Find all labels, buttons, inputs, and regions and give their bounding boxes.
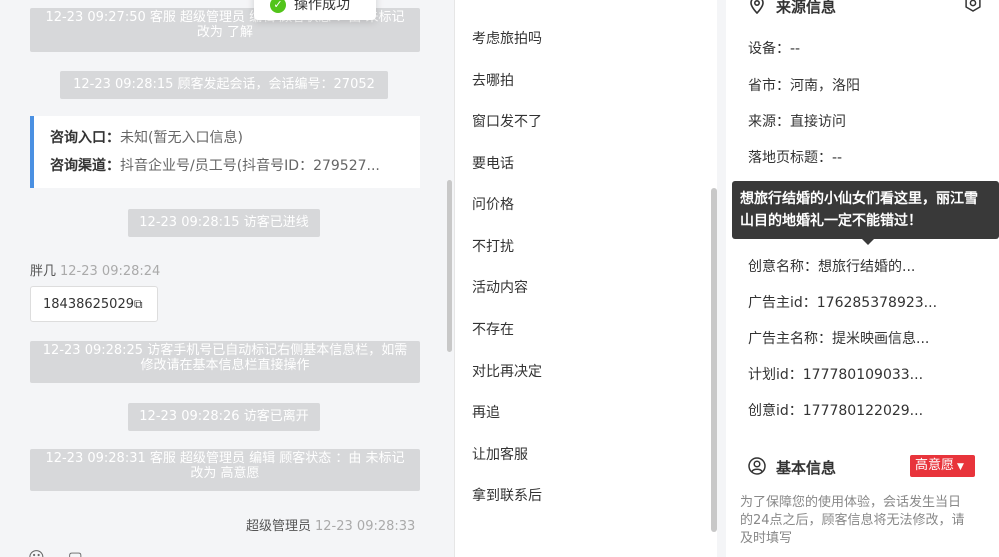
basic-info-note: 为了保障您的使用体验，会话发生当日的24点之后，顾客信息将无法修改，请及时填写 <box>740 495 965 546</box>
source-info-title: 来源信息 <box>776 0 837 16</box>
agent-name: 超级管理员 <box>246 519 312 534</box>
chat-panel: 12-23 09:27:50 客服 超级管理员 编辑 顾客状态 ：由 未标记 改… <box>0 0 455 557</box>
agent-meta: 超级管理员 12-23 09:28:33 <box>246 515 415 534</box>
quick-reply-item[interactable]: 问价格 <box>472 194 514 214</box>
quick-reply-item[interactable]: 要电话 <box>472 153 514 173</box>
source-field-city: 省市：河南，洛阳 <box>748 78 860 94</box>
success-toast: ✓ 操作成功 <box>254 0 376 20</box>
emoji-icon[interactable]: ☺ <box>28 548 45 557</box>
system-message: 12-23 09:28:25 访客手机号已自动标记右侧基本信息栏，如需修改请在基… <box>30 341 420 383</box>
source-field-advertiser-id: 广告主id：176285378923... <box>748 295 938 311</box>
quick-reply-item[interactable]: 去哪拍 <box>472 70 514 90</box>
basic-info-title: 基本信息 <box>776 459 837 477</box>
source-field-device: 设备：-- <box>748 41 801 57</box>
visitor-meta: 胖几 12-23 09:28:24 <box>30 260 160 279</box>
source-field-advertiser-name: 广告主名称：提米映画信息... <box>748 331 930 347</box>
phone-text: 18438625029 <box>43 297 134 312</box>
quick-reply-panel: 考虑旅拍吗 去哪拍 窗口发不了 要电话 问价格 不打扰 活动内容 不存在 对比再… <box>455 0 717 557</box>
channel-value: 抖音企业号/员工号(抖音号ID：279527... <box>120 158 380 174</box>
source-field-creative-name: 创意名称：想旅行结婚的... <box>748 259 916 275</box>
quick-reply-item[interactable]: 再追 <box>472 402 500 422</box>
user-icon <box>748 457 766 475</box>
consult-info-card: 咨询入口：未知(暂无入口信息) 咨询渠道：抖音企业号/员工号(抖音号ID：279… <box>30 116 420 188</box>
entry-label: 咨询入口： <box>50 130 120 146</box>
check-icon: ✓ <box>270 0 286 13</box>
status-badge: 高意愿 <box>915 458 955 473</box>
phone-message[interactable]: 18438625029⧉ <box>30 286 158 322</box>
quick-reply-item[interactable]: 让加客服 <box>472 444 528 464</box>
channel-label: 咨询渠道： <box>50 158 120 174</box>
location-icon <box>750 0 764 14</box>
status-dropdown[interactable]: 高意愿 ▼ <box>910 455 975 477</box>
quick-reply-item[interactable]: 活动内容 <box>472 277 528 297</box>
quick-reply-item[interactable]: 拿到联系后 <box>472 485 542 505</box>
quick-reply-item[interactable]: 不打扰 <box>472 236 514 256</box>
source-field-plan-id: 计划id：177780109033... <box>748 367 924 383</box>
consult-channel-row: 咨询渠道：抖音企业号/员工号(抖音号ID：279527... <box>50 154 404 182</box>
source-field-source: 来源：直接访问 <box>748 114 846 130</box>
visitor-name: 胖几 <box>30 264 57 279</box>
quick-reply-scrollbar[interactable] <box>711 188 717 532</box>
consult-entry-row: 咨询入口：未知(暂无入口信息) <box>50 126 404 154</box>
chat-scrollbar[interactable] <box>447 180 452 352</box>
image-icon[interactable]: ▢ <box>68 548 83 557</box>
entry-value: 未知(暂无入口信息) <box>120 130 243 146</box>
system-message: 12-23 09:28:15 顾客发起会话，会话编号：27052 <box>60 71 388 99</box>
agent-time: 12-23 09:28:33 <box>315 519 416 534</box>
copy-icon[interactable]: ⧉ <box>134 297 143 311</box>
system-message: 12-23 09:28:26 访客已离开 <box>128 403 320 431</box>
chat-toolbar: ☺ ▢ <box>28 548 83 557</box>
visitor-time: 12-23 09:28:24 <box>60 264 161 279</box>
quick-reply-item[interactable]: 不存在 <box>472 319 514 339</box>
system-message: 12-23 09:28:15 访客已进线 <box>128 209 320 237</box>
source-field-creative-id: 创意id：177780122029... <box>748 403 924 419</box>
toast-text: 操作成功 <box>294 0 350 13</box>
quick-reply-item[interactable]: 对比再决定 <box>472 361 542 381</box>
quick-reply-item[interactable]: 考虑旅拍吗 <box>472 28 542 48</box>
source-field-landing-title: 落地页标题：-- <box>748 150 843 166</box>
creative-name-tooltip: 想旅行结婚的小仙女们看这里，丽江雪山目的地婚礼一定不能错过！ <box>732 181 999 245</box>
settings-icon[interactable] <box>964 0 982 12</box>
quick-reply-item[interactable]: 窗口发不了 <box>472 111 542 131</box>
caret-down-icon: ▼ <box>957 462 964 472</box>
system-message: 12-23 09:28:31 客服 超级管理员 编辑 顾客状态 ：由 未标记 改… <box>30 449 420 491</box>
